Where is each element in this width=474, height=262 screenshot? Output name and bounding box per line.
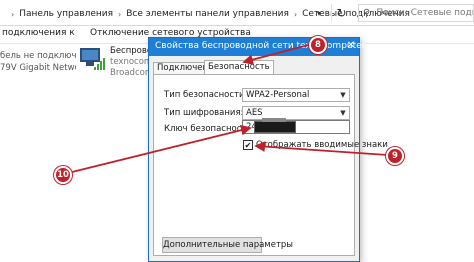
- encryption-type-select[interactable]: AES ▼: [242, 106, 350, 120]
- tab-security[interactable]: Безопасность: [204, 60, 274, 75]
- connect-to-command[interactable]: подключения к: [2, 28, 75, 38]
- wireless-adapter-item[interactable]: Беспровод texnocom Broadcom: [78, 44, 158, 78]
- breadcrumb-item-control-panel[interactable]: Панель управления: [19, 9, 113, 19]
- refresh-icon[interactable]: ↻: [331, 4, 351, 22]
- ethernet-status: бель не подключен: [0, 51, 76, 61]
- annotation-badge-9: 9: [386, 147, 404, 165]
- annotation-badge-10: 10: [54, 166, 72, 184]
- annotation-badge-8: 8: [309, 36, 327, 54]
- security-type-select[interactable]: WPA2-Personal ▼: [242, 88, 350, 102]
- chevron-down-icon: ▼: [340, 109, 346, 117]
- show-characters-label: Отображать вводимые знаки: [256, 140, 388, 150]
- ethernet-adapter-info[interactable]: бель не подключен 79V Gigabit Network C.…: [0, 50, 76, 74]
- dialog-titlebar[interactable]: Свойства беспроводной сети texnocomputer…: [149, 38, 365, 56]
- security-type-label: Тип безопасности:: [164, 90, 248, 100]
- breadcrumb-chevron-icon: ›: [293, 9, 298, 19]
- breadcrumb-chevron-icon: ›: [11, 9, 15, 19]
- search-icon: ⚲: [363, 7, 371, 19]
- address-bar: › Панель управления › Все элементы панел…: [0, 0, 474, 26]
- chevron-down-icon: ▼: [340, 91, 346, 99]
- close-icon[interactable]: ✕: [347, 40, 355, 51]
- breadcrumb-chevron-icon: ›: [118, 9, 122, 19]
- advanced-settings-button[interactable]: Дополнительные параметры: [162, 237, 293, 253]
- wireless-adapter-icon: [78, 46, 105, 70]
- search-input[interactable]: ⚲ Поиск: Сетевые подключения: [358, 4, 474, 22]
- search-placeholder: Поиск: Сетевые подключения: [376, 8, 473, 18]
- ethernet-device: 79V Gigabit Network C...: [0, 63, 76, 73]
- encryption-type-label: Тип шифрования:: [164, 108, 244, 118]
- address-history-chevron-icon[interactable]: ▾: [310, 4, 328, 22]
- redacted-key-mark-top: [262, 118, 286, 122]
- security-type-value: WPA2-Personal: [246, 90, 310, 100]
- encryption-type-value: AES: [246, 108, 263, 118]
- redacted-key-mark: [254, 121, 296, 133]
- show-characters-checkbox[interactable]: ✔: [243, 140, 253, 150]
- dialog-title: Свойства беспроводной сети texnocomputer: [155, 41, 366, 51]
- breadcrumb-item-all-items[interactable]: Все элементы панели управления: [126, 9, 289, 19]
